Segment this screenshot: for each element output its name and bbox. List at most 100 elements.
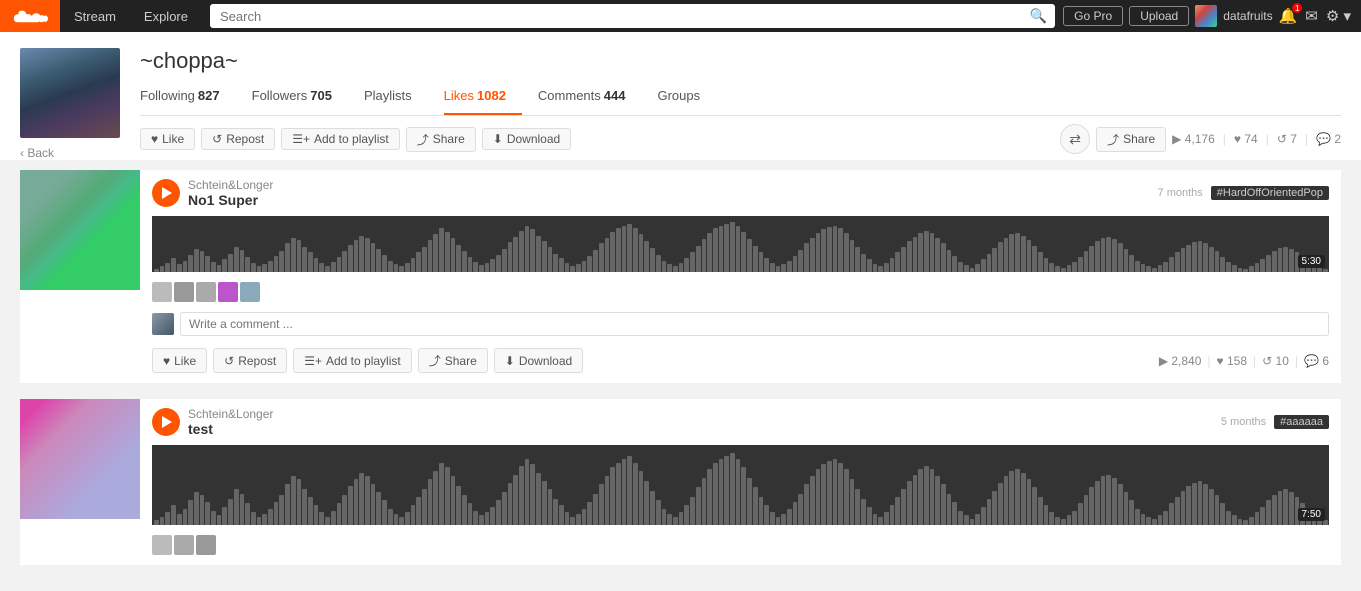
share-button-top[interactable]: ⤴ Share bbox=[406, 127, 476, 152]
back-link[interactable]: Back bbox=[20, 146, 120, 160]
profile-name: ~choppa~ bbox=[140, 48, 1341, 74]
track-text-1: Schtein&Longer No1 Super bbox=[188, 178, 273, 208]
soundcloud-logo[interactable] bbox=[0, 0, 60, 32]
track-thumbnail-1 bbox=[20, 170, 140, 290]
repost-button-1[interactable]: ↺ Repost bbox=[213, 348, 287, 373]
avatar[interactable] bbox=[1195, 5, 1217, 27]
comments-top: 💬 2 bbox=[1316, 132, 1341, 146]
main-content: Back ~choppa~ Following827 Followers705 … bbox=[0, 32, 1361, 591]
track-header-2: Schtein&Longer test 5 months #aaaaaa bbox=[152, 407, 1329, 437]
followers-label: Followers bbox=[252, 88, 308, 103]
track-tag-2[interactable]: #aaaaaa bbox=[1274, 415, 1329, 429]
repost-button-top[interactable]: ↺ Repost bbox=[201, 128, 275, 150]
download-button-1[interactable]: ⬇ Download bbox=[494, 348, 583, 373]
notification-icon[interactable]: 🔔 1 bbox=[1279, 7, 1298, 25]
track-body-1: Schtein&Longer No1 Super 7 months #HardO… bbox=[140, 170, 1341, 383]
share-label-rect: Share bbox=[1123, 132, 1155, 146]
track-text-2: Schtein&Longer test bbox=[188, 407, 273, 437]
download-label-top: Download bbox=[507, 132, 560, 146]
waveform-thumbnails-2 bbox=[152, 533, 1329, 557]
search-input[interactable] bbox=[210, 4, 1055, 28]
repost-label-top: Repost bbox=[226, 132, 264, 146]
repost-label-1: Repost bbox=[238, 354, 276, 368]
track-body-2: Schtein&Longer test 5 months #aaaaaa 7:5… bbox=[140, 399, 1341, 565]
track-actions-1: ♥ Like ↺ Repost ☰+ Add to playlist ⤴ bbox=[152, 344, 1329, 375]
gopro-button[interactable]: Go Pro bbox=[1063, 6, 1123, 26]
track-comments-1: 💬 6 bbox=[1304, 354, 1329, 368]
share-rect-button[interactable]: ⤴ Share bbox=[1096, 127, 1166, 152]
add-to-playlist-button-top[interactable]: ☰+ Add to playlist bbox=[281, 128, 399, 150]
waveform-thumbnails-1 bbox=[152, 280, 1329, 304]
stat-playlists[interactable]: Playlists bbox=[364, 84, 428, 115]
playlist-icon-1: ☰+ bbox=[304, 354, 322, 368]
share-icon-top: ⤴ bbox=[417, 131, 429, 148]
stat-following[interactable]: Following827 bbox=[140, 84, 236, 115]
waveform-mini-thumb bbox=[174, 282, 194, 302]
track-thumb-1 bbox=[20, 170, 140, 383]
stat-groups[interactable]: Groups bbox=[657, 84, 716, 115]
download-button-top[interactable]: ⬇ Download bbox=[482, 128, 571, 150]
share-round-button[interactable]: ⇄ bbox=[1060, 124, 1090, 154]
waveform-mini-thumb bbox=[196, 282, 216, 302]
topnav-icons: 🔔 1 ✉ ⚙ ▾ bbox=[1279, 7, 1351, 25]
playlist-icon-top: ☰+ bbox=[292, 132, 310, 146]
track-title-2[interactable]: test bbox=[188, 421, 273, 437]
download-icon-top: ⬇ bbox=[493, 132, 503, 146]
comments-count: 444 bbox=[604, 88, 626, 103]
plays-top: ▶ 4,176 bbox=[1172, 132, 1215, 146]
track-plays-1: ▶ 2,840 bbox=[1159, 354, 1202, 368]
track-artist-2[interactable]: Schtein&Longer bbox=[188, 407, 273, 421]
sep2: | bbox=[1266, 132, 1269, 146]
track-card-1: Schtein&Longer No1 Super 7 months #HardO… bbox=[20, 170, 1341, 383]
like-button-top[interactable]: ♥ Like bbox=[140, 128, 195, 150]
likes-count: 1082 bbox=[477, 88, 506, 103]
followers-count: 705 bbox=[310, 88, 332, 103]
upload-button[interactable]: Upload bbox=[1129, 6, 1189, 26]
track-tag-1[interactable]: #HardOffOrientedPop bbox=[1211, 186, 1329, 200]
explore-link[interactable]: Explore bbox=[130, 0, 202, 32]
repost-icon-1: ↺ bbox=[224, 354, 234, 368]
comments-label: Comments bbox=[538, 88, 601, 103]
groups-label: Groups bbox=[657, 88, 700, 103]
download-label-1: Download bbox=[519, 354, 572, 368]
heart-icon-1: ♥ bbox=[163, 354, 170, 368]
share-icon-1: ⤴ bbox=[429, 352, 441, 369]
share-button-1[interactable]: ⤴ Share bbox=[418, 348, 488, 373]
nav-links: Stream Explore bbox=[60, 0, 202, 32]
comment-area-1 bbox=[152, 312, 1329, 336]
track-title-area-2: Schtein&Longer test bbox=[152, 407, 273, 437]
sep3: | bbox=[1305, 132, 1308, 146]
track-actions-left-1: ♥ Like ↺ Repost ☰+ Add to playlist ⤴ bbox=[152, 348, 583, 373]
username-label[interactable]: datafruits bbox=[1223, 9, 1272, 23]
stat-followers[interactable]: Followers705 bbox=[252, 84, 348, 115]
stat-comments[interactable]: Comments444 bbox=[538, 84, 642, 115]
likes-label: Likes bbox=[444, 88, 474, 103]
add-to-playlist-button-1[interactable]: ☰+ Add to playlist bbox=[293, 348, 411, 373]
track-title-area-1: Schtein&Longer No1 Super bbox=[152, 178, 273, 208]
stat-likes[interactable]: Likes1082 bbox=[444, 84, 522, 115]
comment-input-1[interactable] bbox=[180, 312, 1329, 336]
share-icon-rect: ⤴ bbox=[1107, 131, 1119, 148]
play-button-1[interactable] bbox=[152, 179, 180, 207]
action-bar-top-right: ⇄ ⤴ Share ▶ 4,176 | ♥ 74 | ↺ 7 | 💬 2 bbox=[1060, 124, 1341, 154]
like-label-1: Like bbox=[174, 354, 196, 368]
waveform-mini-thumb bbox=[218, 282, 238, 302]
stream-link[interactable]: Stream bbox=[60, 0, 130, 32]
profile-avatar: Back bbox=[20, 48, 120, 160]
waveform-2[interactable]: 7:50 bbox=[152, 445, 1329, 525]
repost-icon-top: ↺ bbox=[212, 132, 222, 146]
add-to-playlist-label-top: Add to playlist bbox=[314, 132, 389, 146]
track-actions-right-1: ▶ 2,840 | ♥ 158 | ↺ 10 | 💬 6 bbox=[1159, 354, 1329, 368]
waveform-mini-thumb bbox=[152, 282, 172, 302]
waveform-1[interactable]: 5:30 bbox=[152, 216, 1329, 272]
settings-icon[interactable]: ⚙ ▾ bbox=[1326, 7, 1351, 25]
mail-icon[interactable]: ✉ bbox=[1305, 7, 1318, 25]
like-button-1[interactable]: ♥ Like bbox=[152, 348, 207, 373]
play-button-2[interactable] bbox=[152, 408, 180, 436]
share-label-1: Share bbox=[445, 354, 477, 368]
track-title-1[interactable]: No1 Super bbox=[188, 192, 273, 208]
likes-top: ♥ 74 bbox=[1234, 132, 1258, 146]
track-artist-1[interactable]: Schtein&Longer bbox=[188, 178, 273, 192]
waveform-mini-thumb bbox=[240, 282, 260, 302]
topnav-right: Go Pro Upload datafruits 🔔 1 ✉ ⚙ ▾ bbox=[1063, 5, 1361, 27]
